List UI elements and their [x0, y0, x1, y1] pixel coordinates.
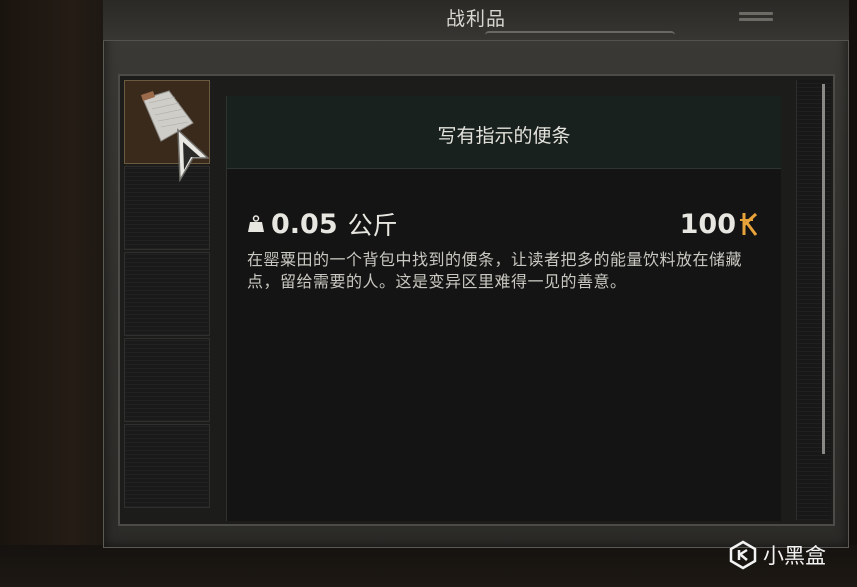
- watermark: 小黑盒: [728, 540, 826, 570]
- item-tooltip: 写有指示的便条 0.05 公斤 100 在罂粟田的一个背包中找到的便条，让读者把…: [226, 96, 781, 521]
- title-notch: [485, 31, 675, 43]
- watermark-text: 小黑盒: [763, 544, 826, 568]
- pointer-cursor-icon: [177, 128, 210, 182]
- right-slot-strip: [796, 80, 831, 520]
- price-value: 100: [679, 208, 736, 240]
- hamburger-menu-icon[interactable]: [739, 12, 773, 24]
- window-title: 战利品: [445, 8, 506, 30]
- inventory-slot[interactable]: [124, 424, 210, 508]
- item-name: 写有指示的便条: [437, 125, 571, 147]
- inventory-slot[interactable]: [124, 338, 210, 422]
- watermark-logo-icon: [729, 540, 757, 570]
- weight-value: 0.05: [271, 208, 338, 240]
- weight-unit: 公斤: [347, 211, 398, 240]
- inventory-slot[interactable]: [124, 252, 210, 336]
- tooltip-header: 写有指示的便条: [227, 96, 781, 169]
- weight-row: 0.05 公斤: [247, 206, 398, 242]
- background-left: [0, 0, 120, 587]
- price-row: 100: [680, 206, 759, 242]
- scrollbar[interactable]: [822, 84, 825, 454]
- item-description: 在罂粟田的一个背包中找到的便条，让读者把多的能量饮料放在储藏点，留给需要的人。这…: [247, 250, 743, 291]
- weight-bag-icon: [248, 215, 264, 232]
- title-bar: 战利品: [103, 0, 849, 41]
- currency-k-icon: [740, 212, 758, 236]
